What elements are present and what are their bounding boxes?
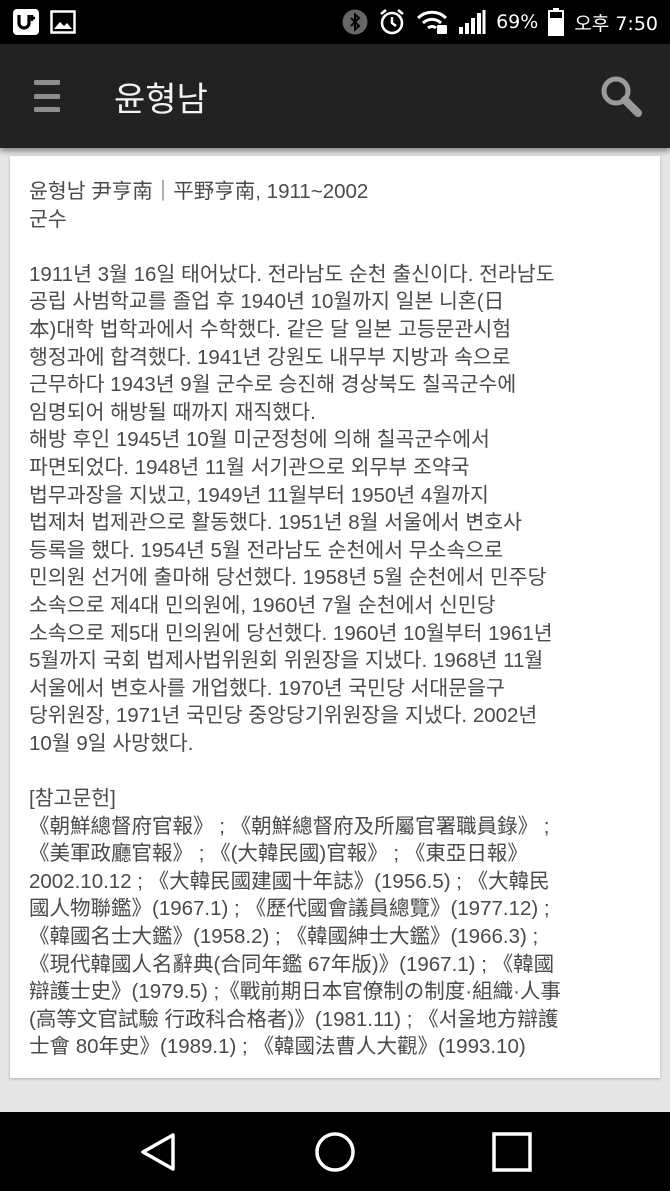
alarm-icon — [378, 8, 406, 36]
home-icon[interactable] — [305, 1122, 365, 1182]
recents-icon[interactable] — [482, 1122, 542, 1182]
status-bar: 69% 오후 7:50 — [0, 0, 670, 44]
navigation-bar — [0, 1112, 670, 1191]
battery-percent: 69% — [496, 11, 539, 33]
article-body: 1911년 3월 16일 태어났다. 전라남도 순천 출신이다. 전라남도 공립… — [29, 262, 555, 755]
page-title: 윤형남 — [114, 79, 208, 120]
uplus-icon — [12, 8, 40, 36]
article-header: 윤형남 尹亨南｜平野亨南, 1911~2002 — [29, 180, 369, 203]
app-bar: 윤형남 — [0, 44, 670, 148]
signal-icon — [458, 9, 486, 35]
article-card: 윤형남 尹亨南｜平野亨南, 1911~2002 군수 1911년 3월 16일 … — [10, 156, 660, 1078]
back-icon[interactable] — [128, 1122, 188, 1182]
bluetooth-icon — [342, 9, 368, 35]
clock: 오후 7:50 — [574, 12, 658, 35]
gallery-icon — [50, 10, 76, 34]
menu-icon[interactable] — [34, 80, 60, 112]
wifi-icon — [416, 9, 448, 35]
search-icon[interactable] — [596, 71, 646, 121]
references-title: [참고문헌] — [29, 787, 116, 811]
article-position: 군수 — [29, 207, 67, 231]
battery-icon — [548, 8, 565, 36]
status-left — [12, 8, 76, 36]
status-right: 69% 오후 7:50 — [342, 8, 658, 36]
references-list: 《朝鮮總督府官報》 ; 《朝鮮總督府及所屬官署職員錄》 ; 《美軍政廳官報》 ;… — [29, 814, 561, 1059]
